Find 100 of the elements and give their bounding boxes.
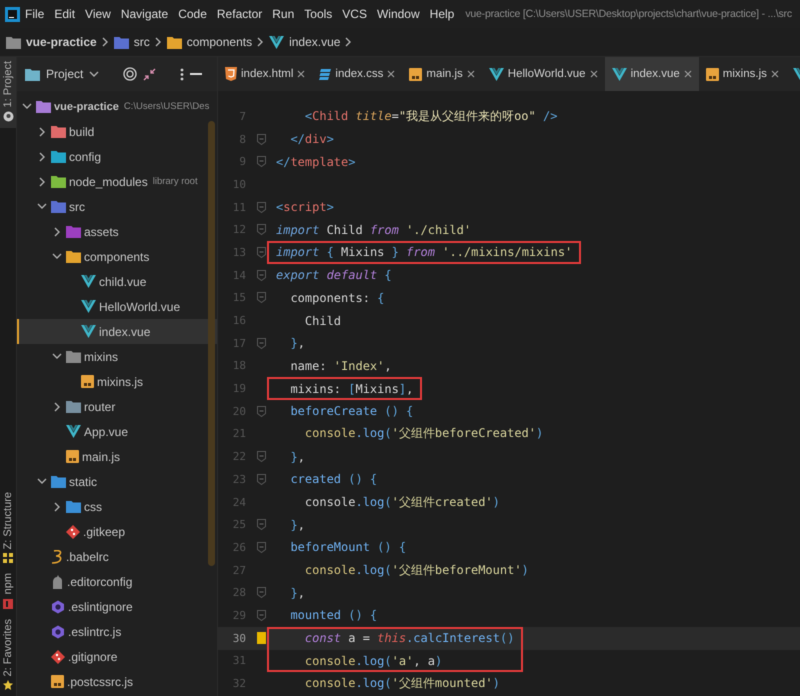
close-icon[interactable] — [297, 70, 306, 78]
menu-item[interactable]: Window — [372, 7, 425, 21]
tree-item[interactable]: .babelrc — [17, 544, 217, 569]
menu-item[interactable]: File — [20, 7, 50, 21]
chevron-down-icon — [52, 353, 62, 360]
tree-item[interactable]: child.vue — [17, 269, 217, 294]
tree-item[interactable]: assets — [17, 219, 217, 244]
close-icon[interactable] — [590, 70, 598, 78]
tree-item[interactable]: mixins — [17, 344, 217, 369]
code-line: <script> — [276, 200, 334, 214]
menu-item[interactable]: Refactor — [212, 7, 268, 21]
script-file-icon — [81, 375, 94, 388]
tree-item-label: build — [69, 124, 94, 138]
tree-item[interactable]: node_modules library root — [17, 169, 217, 194]
scrollbar-thumb[interactable] — [208, 121, 215, 566]
tree-item[interactable]: config — [17, 144, 217, 169]
menu-item[interactable]: Help — [424, 7, 460, 21]
git-file-icon — [66, 524, 80, 538]
target-icon[interactable] — [123, 67, 138, 81]
tree-item-label: .gitignore — [68, 650, 118, 664]
menu-item[interactable]: Run — [267, 7, 300, 21]
code-line: console.log('父组件beforeCreated') — [304, 425, 544, 442]
code-line: mixins: [Mixins], — [289, 382, 414, 396]
tree-item[interactable]: HelloWorld.vue — [17, 294, 217, 319]
hint-text: library root — [152, 176, 198, 187]
editor-tab[interactable]: index.html — [218, 57, 312, 91]
tree-item[interactable]: build — [17, 119, 217, 144]
breadcrumb-item[interactable]: index.vue — [289, 35, 340, 49]
tree-item[interactable]: App.vue — [17, 419, 217, 444]
tree-item-label: components — [84, 250, 150, 264]
tree-item-label: .editorconfig — [67, 574, 132, 588]
collapse-icon[interactable] — [143, 68, 156, 80]
tree-item[interactable]: .gitignore — [17, 644, 217, 669]
tool-window-button[interactable]: 1: Project — [0, 57, 16, 128]
editor-tab[interactable]: index.vue — [604, 57, 699, 91]
script-file-icon — [66, 450, 79, 463]
panel-title[interactable]: Project — [46, 67, 84, 81]
menu-item[interactable]: Code — [173, 7, 212, 21]
tree-item[interactable]: components — [17, 244, 217, 269]
tree-item-label: .gitkeep — [83, 524, 126, 538]
tree-item[interactable]: .gitkeep — [17, 519, 217, 544]
tool-window-button[interactable]: npm — [0, 569, 16, 615]
kebab-icon[interactable] — [180, 68, 184, 80]
breadcrumb-item[interactable]: vue-practice — [26, 35, 97, 49]
chevron-down-icon — [22, 103, 32, 110]
menu-item[interactable]: Navigate — [116, 7, 174, 21]
tree-item[interactable]: .eslintignore — [17, 594, 217, 619]
code-line: created () { — [289, 472, 378, 486]
path-text: C:\Users\USER\Des — [124, 101, 210, 112]
tree-item[interactable]: .postcssrc.js — [17, 669, 217, 694]
code-line: beforeCreate () { — [289, 404, 414, 418]
tree-item[interactable]: main.js — [17, 444, 217, 469]
editor-tab[interactable]: HelloWorld.vue — [482, 57, 605, 91]
editor-tab[interactable]: mixins.js — [698, 57, 786, 91]
code-line: </template> — [276, 154, 356, 169]
tree-item-label: mixins — [84, 350, 118, 364]
code-line: console.log('父组件mounted') — [304, 675, 500, 692]
tree-item[interactable]: src — [17, 194, 217, 219]
git-file-icon — [51, 650, 65, 664]
tree-item-label: .postcssrc.js — [67, 674, 134, 688]
round-icon — [2, 111, 14, 122]
star-icon — [3, 680, 13, 690]
code-line: </div> — [289, 132, 334, 146]
menu-item[interactable]: Edit — [49, 7, 80, 21]
chevron-down-icon — [37, 478, 47, 485]
breadcrumb-item[interactable]: components — [186, 35, 252, 49]
npm-icon — [3, 598, 13, 609]
tree-item[interactable]: vue-practice C:\Users\USER\Des — [17, 94, 217, 119]
code-line: import Child from './child' — [276, 222, 472, 237]
editor-tab[interactable]: index.css — [312, 57, 402, 91]
editor-tab[interactable]: main.js — [402, 57, 482, 91]
tool-window-button[interactable]: 2: Favorites — [0, 614, 16, 696]
menu-item[interactable]: VCS — [337, 7, 372, 21]
code-line: name: 'Index', — [289, 358, 392, 373]
minimize-icon[interactable] — [190, 72, 202, 76]
close-icon[interactable] — [684, 70, 692, 78]
code-line: }, — [289, 586, 305, 600]
code-line: console.log('父组件beforeMount') — [304, 562, 529, 579]
menu-item[interactable]: View — [80, 7, 116, 21]
close-icon[interactable] — [466, 70, 475, 78]
tree-item[interactable]: static — [17, 469, 217, 494]
code-line: mounted () { — [289, 608, 378, 622]
tree-item-label: router — [84, 400, 116, 414]
tree-item[interactable]: index.vue — [17, 319, 217, 344]
tree-item[interactable]: .eslintrc.js — [17, 619, 217, 644]
chevron-right-icon — [54, 226, 60, 236]
chevron-right-icon — [345, 37, 352, 47]
breadcrumb-item[interactable]: src — [134, 35, 150, 49]
close-icon[interactable] — [770, 70, 779, 78]
close-icon[interactable] — [387, 70, 396, 78]
chevron-right-icon — [38, 126, 46, 136]
menu-item[interactable]: Tools — [299, 7, 338, 21]
tree-item[interactable]: .editorconfig — [17, 569, 217, 594]
tree-item[interactable]: router — [17, 394, 217, 419]
tree-item-label: HelloWorld.vue — [99, 300, 180, 314]
code-line: }, — [289, 450, 305, 464]
tree-item[interactable]: css — [17, 494, 217, 519]
tree-item[interactable]: mixins.js — [17, 369, 217, 394]
code-line: Child — [304, 314, 342, 328]
tool-window-button[interactable]: Z: Structure — [0, 488, 16, 570]
